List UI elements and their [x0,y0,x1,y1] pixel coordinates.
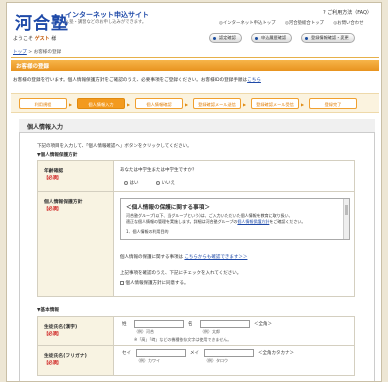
service-subtitle: 入塾・講習などのお申し込みができます。 [65,20,147,25]
char-note: ※「髙」「﨑」などの機種依存文字は使用できません。 [134,337,232,342]
intro-link[interactable]: こちら [247,78,261,83]
breadcrumb: トップ > お客様の登録 [13,50,62,55]
full-width-hint: ＜全角＞ [254,322,272,327]
step-mail-receive: 登録確認メール受信 [251,98,299,109]
section-privacy: ▼個人情報保護方針 [37,153,78,158]
policy-link[interactable]: 個人情報保護方針 [237,219,269,224]
arrow-icon: ▶ [185,101,189,107]
step-input: 個人情報入力 [77,98,125,109]
age-label-cell: 年齢確認 【必須】 [38,161,114,191]
arrow-icon: ▶ [69,101,73,107]
required-badge: 【必須】 [44,332,62,337]
ex-mei-kana: （例）タロウ [204,358,228,363]
ex-sei: （例）河合 [134,329,154,334]
policy-heading: ＜個人情報の保護に関する事項＞ [126,205,210,211]
ex-sei-kana: （例）カワイ [136,358,160,363]
arrow-icon: ▶ [127,101,131,107]
browser-content: 河合塾 インターネット申込サイト 入塾・講習などのお申し込みができます。 ? ご… [6,2,382,382]
name-kana-label-cell: 生徒氏名(フリガナ) 【必須】 [38,346,114,375]
panel-instructions: 下記の項目を入力して、「個人情報確認へ」ボタンをクリックしてください。 [37,144,192,149]
scrollbar[interactable] [343,199,349,239]
page-title: お客様の登録 [11,60,379,71]
top-links: ◎インターネット申込トップ ◎河合塾総合トップ ◎お問い合わせ [219,20,372,26]
sei-label: 姓 [122,322,127,327]
top-link-kawai[interactable]: ◎河合塾総合トップ [285,21,328,26]
policy-contact-link[interactable]: こちらからも確認できます＞＞ [184,255,247,260]
age-no-radio[interactable]: いいえ [156,180,175,186]
page: 河合塾 インターネット申込サイト 入塾・講習などのお申し込みができます。 ? ご… [0,0,388,382]
step-complete: 登録完了 [309,98,357,109]
sei-kana-input[interactable] [136,349,186,357]
kawaijuku-logo[interactable]: 河合塾 [15,9,69,34]
confirm-text: 上記事項を確認のうえ、下記にチェックを入れてください。 [120,271,242,276]
age-question: あなたは中学生または中学生ですか？ [120,168,197,173]
intro-text: お客様の登録を行います。個人情報保護方針をご確認のうえ、必要事項をご登録ください… [13,78,261,83]
agree-checkbox[interactable]: 個人情報保護方針に同意する。 [120,280,189,286]
auth-check-button[interactable]: 認定確認 [209,33,242,43]
sei-input[interactable] [134,320,184,328]
bullet-icon [213,36,216,40]
profile-button[interactable]: 登録情報確認・変更 [301,33,355,43]
name-kanji-row: 生徒氏名(漢字) 【必須】 姓 名 ＜全角＞ （例）河合 （例）太郎 ※「髙」「… [37,316,355,346]
full-width-kana-hint: ＜全角カタカナ＞ [258,351,294,356]
policy-scroll-box[interactable]: ＜個人情報の保護に関する事項＞ 河合塾グループ(以下、当グループという)は、ご入… [120,198,350,240]
faq-link[interactable]: ? ご利用方法（FAQ） [323,9,372,16]
step-terms: 利用規程 [19,98,67,109]
required-badge: 【必須】 [44,176,62,181]
mei-label: 名 [188,322,193,327]
policy-label-cell: 個人情報保護方針 【必須】 [38,192,114,296]
panel-title: 個人情報入力 [19,119,375,133]
name-kanji-label-cell: 生徒氏名(漢字) 【必須】 [38,317,114,345]
mei-input[interactable] [200,320,250,328]
top-link-internet[interactable]: ◎インターネット申込トップ [219,21,280,26]
welcome-text: ようこそ ゲスト 様 [13,36,57,42]
arrow-icon: ▶ [301,101,305,107]
step-confirm: 個人情報確認 [135,98,183,109]
divider [11,57,379,58]
breadcrumb-home[interactable]: トップ [13,50,27,55]
policy-item-1: 1．個人情報の利用目的 [126,229,169,234]
section-basic: ▼基本情報 [37,308,59,313]
policy-row: 個人情報保護方針 【必須】 ＜個人情報の保護に関する事項＞ 河合塾グループ(以下… [37,192,355,297]
age-yes-radio[interactable]: はい [124,180,139,186]
arrow-icon: ▶ [243,101,247,107]
sei-kana-label: セイ [122,351,131,356]
ex-mei: （例）太郎 [200,329,220,334]
step-mail-send: 登録確認メール送信 [193,98,241,109]
mei-kana-input[interactable] [204,349,254,357]
progress-steps: 利用規程 ▶ 個人情報入力 ▶ 個人情報確認 ▶ 登録確認メール送信 ▶ 登録確… [11,93,379,113]
name-kana-row: 生徒氏名(フリガナ) 【必須】 セイ メイ ＜全角カタカナ＞ （例）カワイ （例… [37,346,355,376]
required-badge: 【必須】 [44,207,62,212]
bullet-icon [255,36,258,40]
mei-kana-label: メイ [190,351,199,356]
top-link-contact[interactable]: ◎お問い合わせ [333,21,367,26]
policy-text-2: 適正な個人情報の管理を実施します。詳細は河合塾グループの個人情報保護方針をご確認… [126,219,306,224]
age-row: 年齢確認 【必須】 あなたは中学生または中学生ですか？ はい いいえ [37,160,355,192]
required-badge: 【必須】 [44,361,62,366]
history-button[interactable]: 申込履歴確認 [251,33,293,43]
help-icon: ? [323,10,326,16]
bullet-icon [305,36,308,40]
policy-contact: 個人情報の保護に関する事項は こちらからも確認できます＞＞ [120,255,248,260]
